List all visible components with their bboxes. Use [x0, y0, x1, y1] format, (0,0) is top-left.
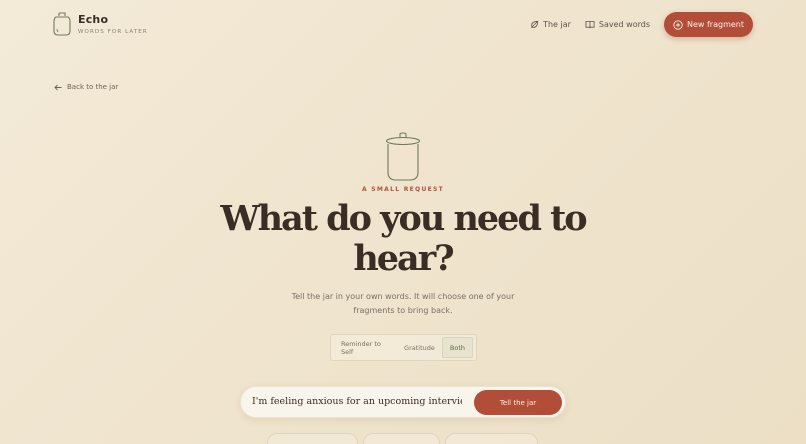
- segment-gratitude[interactable]: Gratitude: [397, 337, 442, 358]
- segment-reminder-to-self[interactable]: Reminder to Self: [334, 337, 397, 358]
- hero-kicker: A SMALL REQUEST: [361, 186, 445, 193]
- brand[interactable]: Echo WORDS FOR LATER: [52, 11, 148, 36]
- suggestion-chip[interactable]: [267, 433, 358, 444]
- nav-saved-words-label: Saved words: [598, 20, 650, 29]
- book-icon: [585, 20, 595, 29]
- prompt-input[interactable]: [252, 396, 462, 407]
- suggestion-chip[interactable]: [445, 433, 538, 444]
- prompt-bar: Tell the jar: [240, 386, 566, 418]
- top-nav: The jar Saved words New fragment: [530, 12, 753, 37]
- jar-illustration-icon: [385, 132, 421, 181]
- new-fragment-button[interactable]: New fragment: [664, 12, 753, 37]
- leaf-icon: [531, 20, 539, 28]
- back-to-jar-label: Back to the jar: [67, 83, 119, 91]
- arrow-left-icon: [54, 84, 62, 90]
- nav-saved-words[interactable]: Saved words: [585, 20, 650, 29]
- tell-the-jar-button[interactable]: Tell the jar: [474, 390, 562, 415]
- back-to-jar-link[interactable]: Back to the jar: [54, 83, 118, 91]
- brand-name: Echo: [78, 12, 109, 26]
- nav-the-jar[interactable]: The jar: [530, 20, 571, 29]
- hero-subtitle: Tell the jar in your own words. It will …: [291, 292, 515, 315]
- suggestion-chip[interactable]: [363, 433, 440, 444]
- fragment-type-selector: Reminder to Self Gratitude Both: [330, 334, 477, 361]
- jar-logo-icon: [53, 12, 71, 36]
- plus-circle-icon: [673, 19, 683, 30]
- nav-the-jar-label: The jar: [543, 20, 571, 29]
- header: Echo WORDS FOR LATER The jar Saved words…: [0, 0, 806, 50]
- segment-both[interactable]: Both: [441, 337, 473, 358]
- page-title: What do you need to hear?: [220, 198, 587, 279]
- new-fragment-label: New fragment: [687, 20, 744, 29]
- brand-tagline: WORDS FOR LATER: [78, 28, 148, 35]
